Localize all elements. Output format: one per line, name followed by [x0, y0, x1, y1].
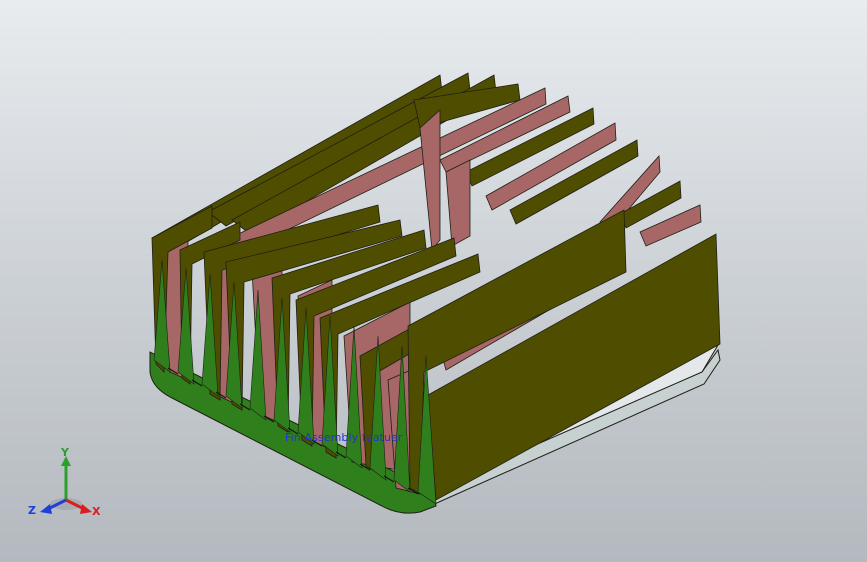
graphics-viewport[interactable]: Fin Assembly featuer Y X Z: [0, 0, 867, 562]
z-axis-arrow: [40, 504, 52, 514]
x-axis-arrow: [80, 504, 92, 514]
y-axis-label: Y: [60, 448, 70, 459]
feature-label[interactable]: Fin Assembly featuer: [285, 431, 403, 444]
x-axis-label: X: [92, 505, 101, 518]
heatsink-model[interactable]: [0, 0, 867, 562]
z-axis-label: Z: [28, 504, 36, 517]
axis-triad-icon: Y X Z: [28, 448, 101, 518]
